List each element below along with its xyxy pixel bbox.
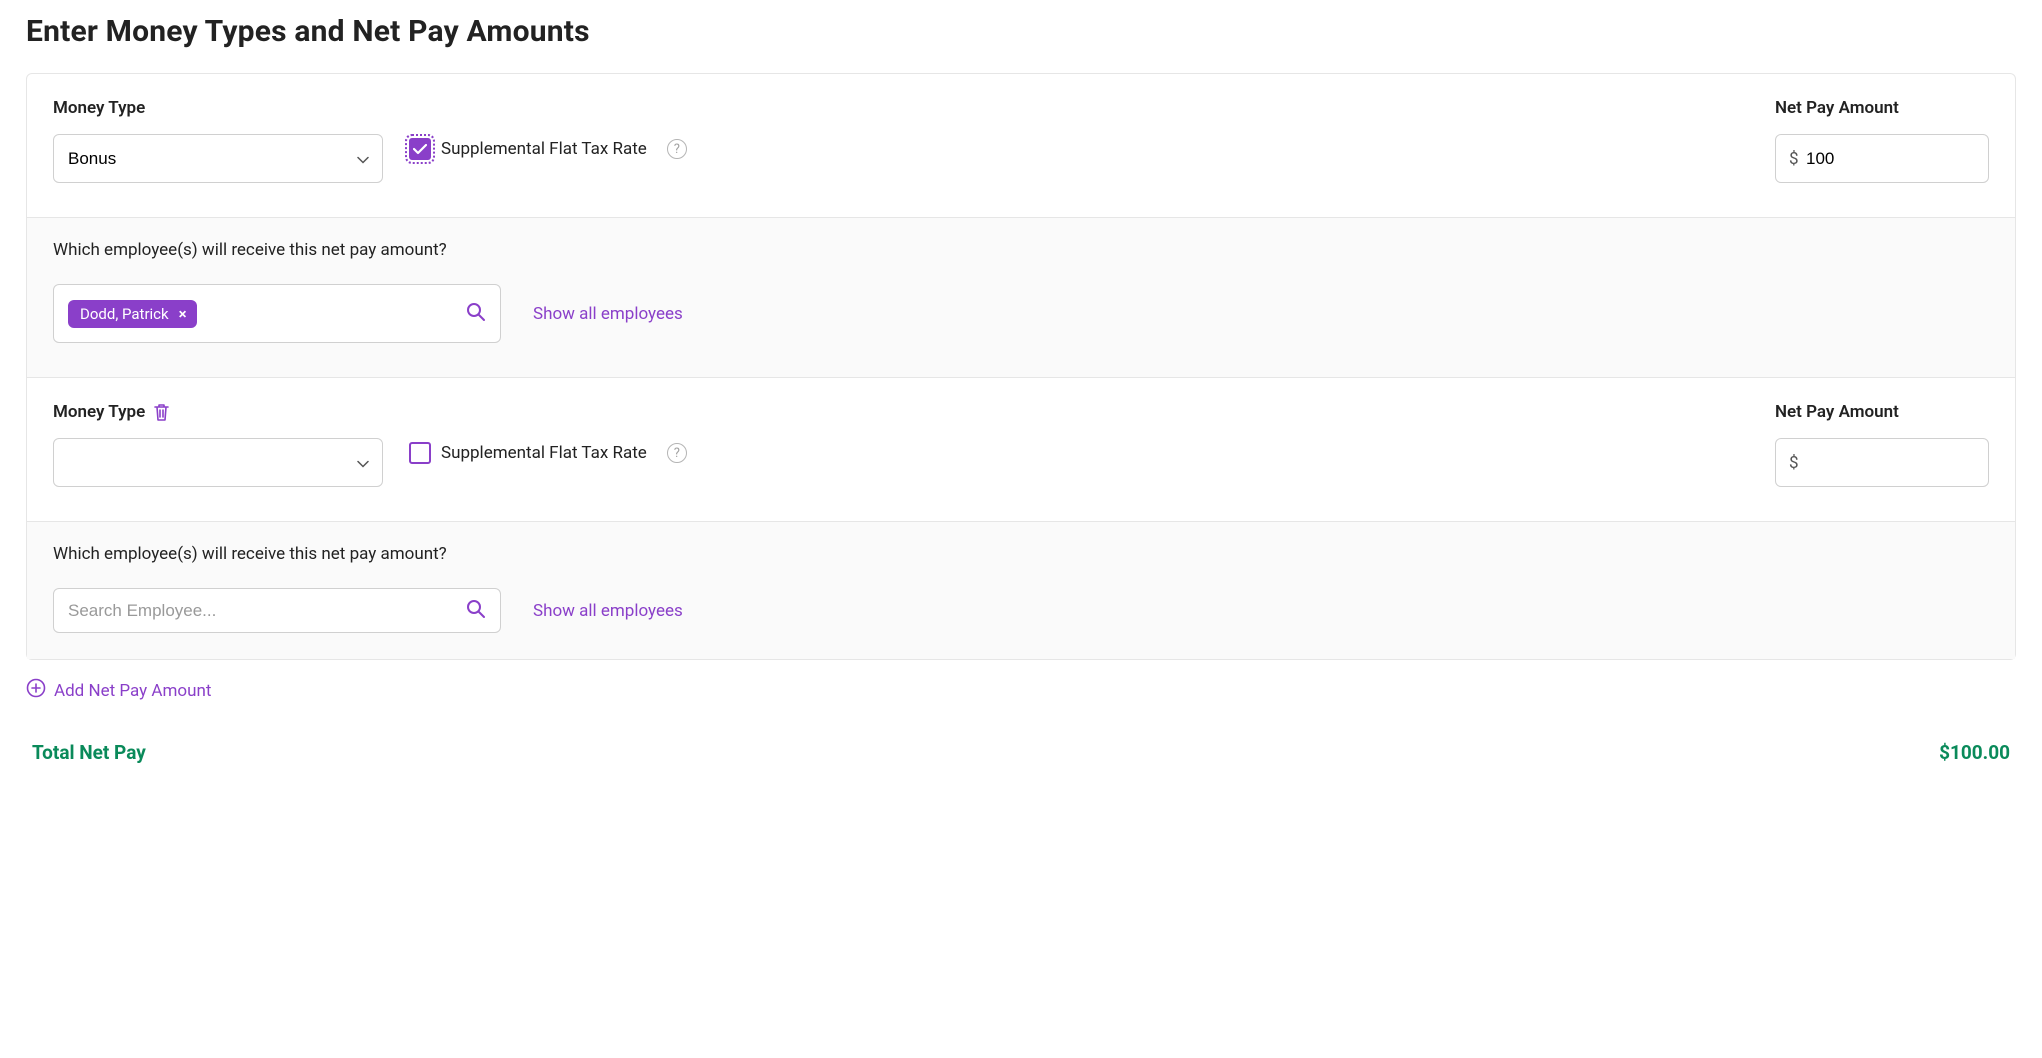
net-pay-label: Net Pay Amount <box>1775 98 1989 118</box>
employee-question: Which employee(s) will receive this net … <box>53 544 1989 564</box>
money-type-group: Money Type <box>53 98 383 183</box>
employee-search-input[interactable] <box>68 601 458 621</box>
money-type-label-text: Money Type <box>53 402 145 422</box>
employee-tag-name: Dodd, Patrick <box>80 305 169 323</box>
supplemental-label: Supplemental Flat Tax Rate <box>441 443 647 463</box>
employee-search-input[interactable] <box>205 304 458 324</box>
money-type-select-wrap <box>53 438 383 487</box>
total-row: Total Net Pay $100.00 <box>26 741 2016 764</box>
net-pay-label: Net Pay Amount <box>1775 402 1989 422</box>
employee-question: Which employee(s) will receive this net … <box>53 240 1989 260</box>
money-type-select-wrap <box>53 134 383 183</box>
net-pay-group: Net Pay Amount $ <box>1775 402 1989 487</box>
employee-section: Which employee(s) will receive this net … <box>27 521 2015 659</box>
employee-row: Show all employees <box>53 588 1989 633</box>
block-top-row: Money Type Supplemental Flat Tax Rate ? … <box>27 377 2015 521</box>
money-type-label-text: Money Type <box>53 98 145 118</box>
help-icon[interactable]: ? <box>667 443 687 463</box>
currency-prefix: $ <box>1789 149 1799 169</box>
employee-tag: Dodd, Patrick × <box>68 300 197 328</box>
employee-search[interactable]: Dodd, Patrick × <box>53 284 501 343</box>
search-icon[interactable] <box>466 599 486 623</box>
supplemental-checkbox[interactable] <box>409 442 431 464</box>
money-type-label: Money Type <box>53 402 383 422</box>
supplemental-label: Supplemental Flat Tax Rate <box>441 139 647 159</box>
page-title: Enter Money Types and Net Pay Amounts <box>26 14 2016 49</box>
net-pay-group: Net Pay Amount $ <box>1775 98 1989 183</box>
net-pay-input[interactable] <box>1775 438 1989 487</box>
net-pay-block: Money Type Supplemental Flat Tax Rate ? … <box>26 73 2016 660</box>
trash-icon[interactable] <box>153 403 170 422</box>
employee-search[interactable] <box>53 588 501 633</box>
show-all-employees-link[interactable]: Show all employees <box>533 601 683 621</box>
show-all-employees-link[interactable]: Show all employees <box>533 304 683 324</box>
add-net-pay-button[interactable]: Add Net Pay Amount <box>26 678 2016 703</box>
help-icon[interactable]: ? <box>667 139 687 159</box>
total-amount: $100.00 <box>1939 741 2010 764</box>
remove-tag-icon[interactable]: × <box>179 305 187 323</box>
supplemental-checkbox-row: Supplemental Flat Tax Rate ? <box>409 442 687 464</box>
total-label: Total Net Pay <box>32 741 146 764</box>
currency-prefix: $ <box>1789 453 1799 473</box>
supplemental-checkbox[interactable] <box>409 138 431 160</box>
net-pay-input-wrap: $ <box>1775 134 1989 183</box>
search-icon[interactable] <box>466 302 486 326</box>
money-type-label: Money Type <box>53 98 383 118</box>
employee-row: Dodd, Patrick × Show all employees <box>53 284 1989 343</box>
plus-circle-icon <box>26 678 46 703</box>
net-pay-input-wrap: $ <box>1775 438 1989 487</box>
net-pay-input[interactable] <box>1775 134 1989 183</box>
money-type-select[interactable] <box>53 134 383 183</box>
block-top-row: Money Type Supplemental Flat Tax Rate ? … <box>27 74 2015 217</box>
money-type-group: Money Type <box>53 402 383 487</box>
money-type-select[interactable] <box>53 438 383 487</box>
add-net-pay-label: Add Net Pay Amount <box>54 681 211 701</box>
employee-section: Which employee(s) will receive this net … <box>27 217 2015 377</box>
supplemental-checkbox-row: Supplemental Flat Tax Rate ? <box>409 138 687 160</box>
